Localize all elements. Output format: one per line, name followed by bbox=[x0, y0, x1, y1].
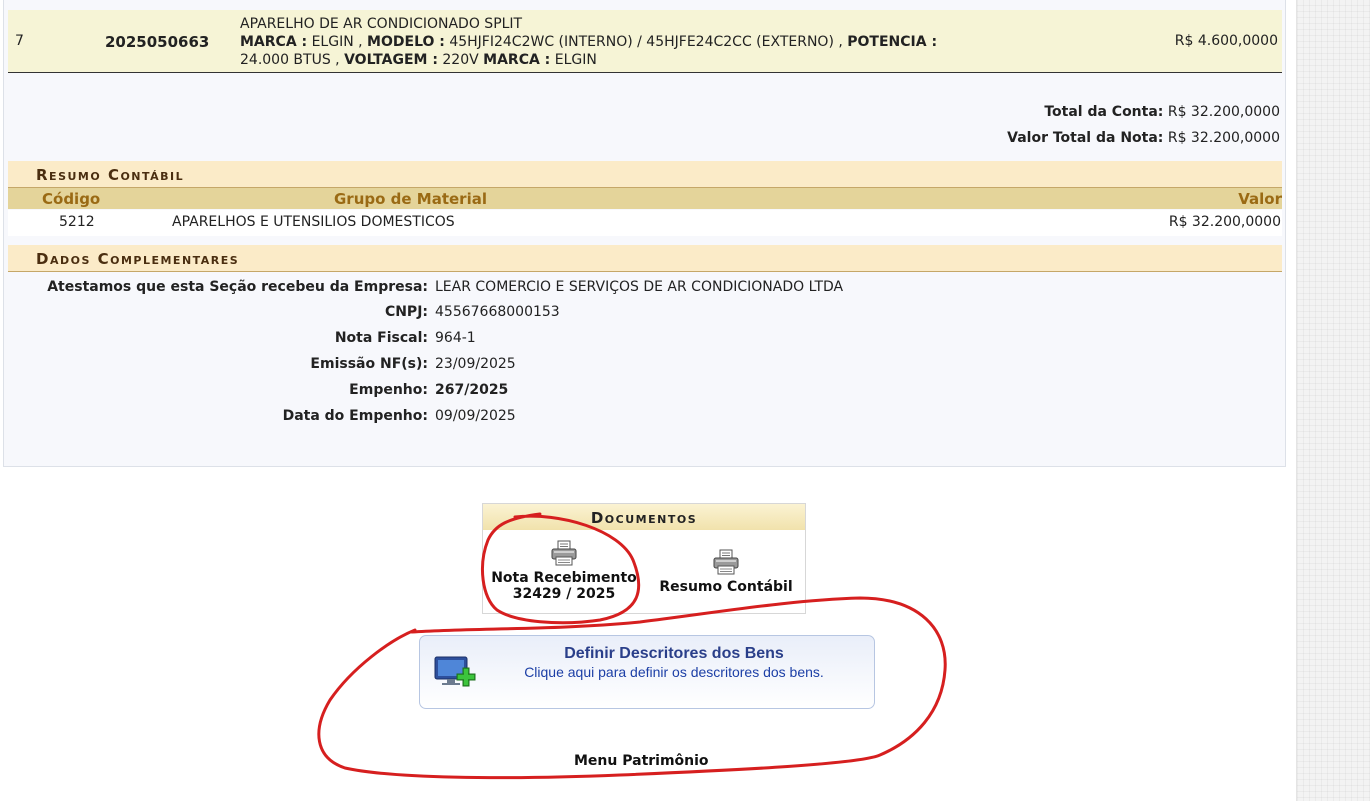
valor-total-nota: Valor Total da Nota: R$ 32.200,0000 bbox=[1007, 130, 1280, 146]
nota-recebimento-number: 32429 / 2025 bbox=[512, 586, 616, 602]
resumo-contabil-label: Resumo Contábil bbox=[659, 579, 793, 595]
dados-value: 267/2025 bbox=[435, 382, 509, 398]
col-codigo: Código bbox=[42, 190, 101, 208]
resumo-grupo: APARELHOS E UTENSILIOS DOMESTICOS bbox=[172, 214, 455, 230]
total-conta-label: Total da Conta: bbox=[1044, 104, 1164, 120]
dados-label: CNPJ: bbox=[384, 304, 428, 320]
section-title: Resumo Contábil bbox=[36, 166, 185, 184]
menu-patrimonio-link[interactable]: Menu Patrimônio bbox=[574, 753, 709, 769]
col-valor: Valor bbox=[1238, 190, 1282, 208]
dados-row-emissao: Emissão NF(s): 23/09/2025 bbox=[4, 356, 1284, 378]
documentos-title: Documentos bbox=[590, 509, 698, 527]
dados-value: 45567668000153 bbox=[435, 304, 560, 320]
resumo-codigo: 5212 bbox=[59, 214, 95, 230]
table-row: 7 2025050663 APARELHO DE AR CONDICIONADO… bbox=[8, 10, 1282, 73]
right-page-margin bbox=[1296, 0, 1370, 801]
dados-value: LEAR COMERCIO E SERVIÇOS DE AR CONDICION… bbox=[435, 279, 844, 295]
resumo-column-headers: Código Grupo de Material Valor bbox=[8, 188, 1282, 209]
dados-row-empresa: Atestamos que esta Seção recebeu da Empr… bbox=[4, 279, 1284, 301]
resumo-valor: R$ 32.200,0000 bbox=[1168, 214, 1281, 230]
nota-recebimento-link[interactable]: Nota Recebimento 32429 / 2025 bbox=[489, 540, 639, 602]
dados-value: 23/09/2025 bbox=[435, 356, 516, 372]
table-row: 5212 APARELHOS E UTENSILIOS DOMESTICOS R… bbox=[8, 210, 1282, 236]
printer-icon bbox=[551, 540, 577, 566]
item-code: 2025050663 bbox=[105, 33, 210, 51]
item-description: APARELHO DE AR CONDICIONADO SPLIT MARCA … bbox=[240, 15, 1010, 69]
dados-value: 964-1 bbox=[435, 330, 476, 346]
col-grupo-material: Grupo de Material bbox=[334, 190, 487, 208]
dados-row-data-empenho: Data do Empenho: 09/09/2025 bbox=[4, 408, 1284, 430]
section-title: Dados Complementares bbox=[36, 250, 240, 268]
dados-value: 09/09/2025 bbox=[435, 408, 516, 424]
dados-row-nota-fiscal: Nota Fiscal: 964-1 bbox=[4, 330, 1284, 352]
resumo-contabil-link[interactable]: Resumo Contábil bbox=[651, 549, 801, 595]
definir-descritores-button[interactable]: Definir Descritores dos Bens Clique aqui… bbox=[419, 635, 875, 709]
nota-recebimento-label: Nota Recebimento bbox=[491, 570, 637, 586]
resumo-contabil-header: Resumo Contábil bbox=[8, 161, 1282, 188]
dados-complementares-header: Dados Complementares bbox=[8, 245, 1282, 272]
item-title: APARELHO DE AR CONDICIONADO SPLIT bbox=[240, 16, 523, 32]
total-conta: Total da Conta: R$ 32.200,0000 bbox=[1044, 104, 1280, 120]
nota-details-panel: 7 2025050663 APARELHO DE AR CONDICIONADO… bbox=[3, 0, 1286, 467]
printer-icon bbox=[713, 549, 739, 575]
dados-row-empenho: Empenho: 267/2025 bbox=[4, 382, 1284, 404]
documentos-box: Documentos Nota Recebimento 32429 / 2025… bbox=[482, 503, 806, 614]
item-number: 7 bbox=[15, 33, 24, 49]
dados-label: Atestamos que esta Seção recebeu da Empr… bbox=[47, 279, 428, 295]
definir-subtitle: Clique aqui para definir os descritores … bbox=[524, 664, 824, 680]
item-price: R$ 4.600,0000 bbox=[1174, 33, 1278, 49]
total-conta-value: R$ 32.200,0000 bbox=[1167, 104, 1280, 120]
item-specs: MARCA : ELGIN , MODELO : 45HJFI24C2WC (I… bbox=[240, 34, 938, 68]
valor-total-nota-label: Valor Total da Nota: bbox=[1007, 130, 1164, 146]
dados-label: Empenho: bbox=[349, 382, 428, 398]
dados-label: Data do Empenho: bbox=[282, 408, 428, 424]
dados-row-cnpj: CNPJ: 45567668000153 bbox=[4, 304, 1284, 326]
definir-title: Definir Descritores dos Bens bbox=[564, 645, 784, 662]
dados-label: Emissão NF(s): bbox=[310, 356, 428, 372]
documentos-header: Documentos bbox=[483, 504, 805, 530]
dados-label: Nota Fiscal: bbox=[334, 330, 428, 346]
valor-total-nota-value: R$ 32.200,0000 bbox=[1167, 130, 1280, 146]
monitor-add-icon bbox=[434, 656, 476, 687]
